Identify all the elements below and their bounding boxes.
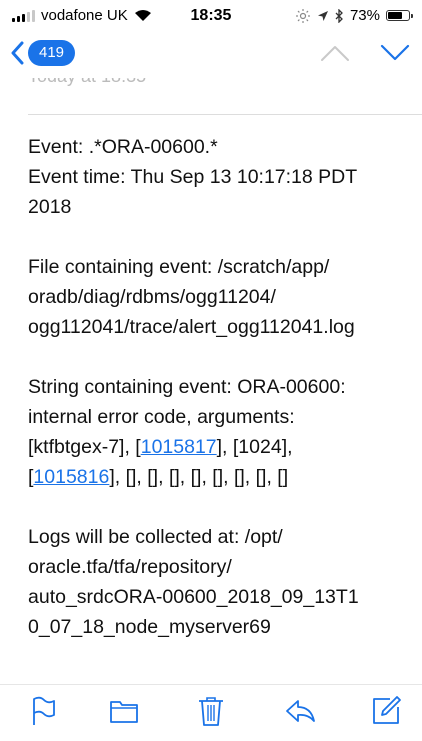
logs-line-4: 0_07_18_node_myserver69 [28, 616, 271, 638]
string-line-4-suffix: ], [], [], [], [], [], [], [], [] [109, 466, 289, 488]
back-button[interactable]: 419 [10, 40, 76, 66]
event-paragraph: Event: .*ORA-00600.* Event time: Thu Sep… [28, 132, 408, 222]
status-bar: vodafone UK 18:35 73% [0, 0, 422, 30]
chevron-left-icon [11, 41, 24, 65]
trash-button[interactable] [195, 695, 227, 727]
reply-button[interactable] [284, 695, 316, 727]
event-time-line: Event time: Thu Sep 13 10:17:18 PDT [28, 166, 358, 188]
string-line-4: [1015816], [], [], [], [], [], [], [], [… [28, 462, 408, 492]
compose-icon [373, 696, 401, 724]
nav-bar: 419 [0, 34, 422, 78]
string-line-3: [ktfbtgex-7], [1015817], [1024], [28, 432, 408, 462]
string-line-3-prefix: [ktfbtgex-7], [ [28, 436, 141, 458]
file-paragraph: File containing event: /scratch/app/ ora… [28, 252, 408, 342]
string-line-3-suffix: ], [1024], [216, 436, 293, 458]
file-line-1: File containing event: /scratch/app/ [28, 256, 330, 278]
phone-link-1015817[interactable]: 1015817 [141, 436, 217, 458]
message-date-header: Today at 18:35 [28, 78, 146, 87]
header-divider [28, 114, 422, 115]
phone-link-1015816[interactable]: 1015816 [33, 466, 109, 488]
file-line-3: ogg112041/trace/alert_ogg112041.log [28, 316, 355, 338]
folder-button[interactable] [108, 695, 140, 727]
string-line-1: String containing event: ORA-00600: [28, 376, 346, 398]
string-paragraph: String containing event: ORA-00600: inte… [28, 372, 408, 492]
next-message-icon[interactable] [380, 44, 410, 62]
logs-line-3: auto_srdcORA-00600_2018_09_13T1 [28, 586, 359, 608]
compose-button[interactable] [370, 695, 402, 727]
message-body: Today at 18:35 Event: .*ORA-00600.* Even… [0, 78, 422, 678]
bottom-toolbar [0, 684, 422, 741]
event-year-line: 2018 [28, 196, 72, 218]
folder-icon [110, 701, 138, 723]
event-line: Event: .*ORA-00600.* [28, 136, 218, 158]
bluetooth-icon [335, 8, 343, 23]
brightness-icon [295, 8, 310, 23]
trash-icon [199, 697, 223, 726]
location-icon [317, 10, 328, 21]
logs-line-1: Logs will be collected at: /opt/ [28, 526, 283, 548]
message-nav-arrows [320, 44, 410, 62]
file-line-2: oradb/diag/rdbms/ogg11204/ [28, 286, 276, 308]
logs-paragraph: Logs will be collected at: /opt/ oracle.… [28, 522, 408, 642]
string-line-2: internal error code, arguments: [28, 406, 295, 428]
reply-icon [286, 700, 315, 722]
mailbox-count-badge: 419 [28, 40, 76, 66]
flag-button[interactable] [28, 695, 60, 727]
battery-percent: 73% [349, 7, 380, 24]
status-right: 73% [295, 7, 413, 24]
previous-message-icon[interactable] [320, 44, 350, 62]
flag-icon [33, 696, 55, 725]
battery-icon [386, 10, 413, 21]
logs-line-2: oracle.tfa/tfa/repository/ [28, 556, 232, 578]
